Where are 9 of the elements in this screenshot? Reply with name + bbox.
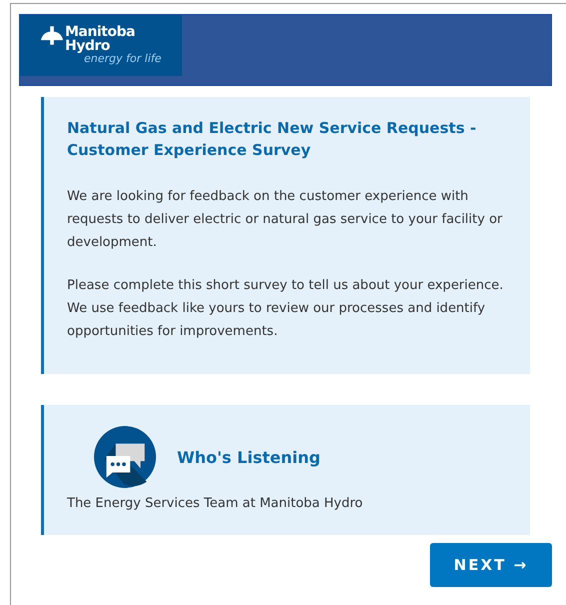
logo-name: Manitoba Hydro (65, 25, 135, 53)
contact-text: The Energy Services Team at Manitoba Hydro (67, 495, 364, 513)
intro-paragraph: We are looking for feedback on the customer experience with requests to deliver electric or natural gas service to your facility or development. (67, 188, 504, 252)
next-button[interactable]: NEXT → (430, 543, 552, 587)
intro-paragraph: Please complete this short survey to tell us about your experience. We use feedback like yours to review our processes and identify opportunities for improvements. (67, 277, 504, 341)
logo-tagline: energy for life (84, 53, 162, 65)
contact-heading: Who's Listening (177, 448, 320, 466)
survey-title: Natural Gas and Electric New Service Requests - Customer Experience Survey (67, 118, 478, 161)
chat-bubbles-icon (94, 426, 156, 488)
